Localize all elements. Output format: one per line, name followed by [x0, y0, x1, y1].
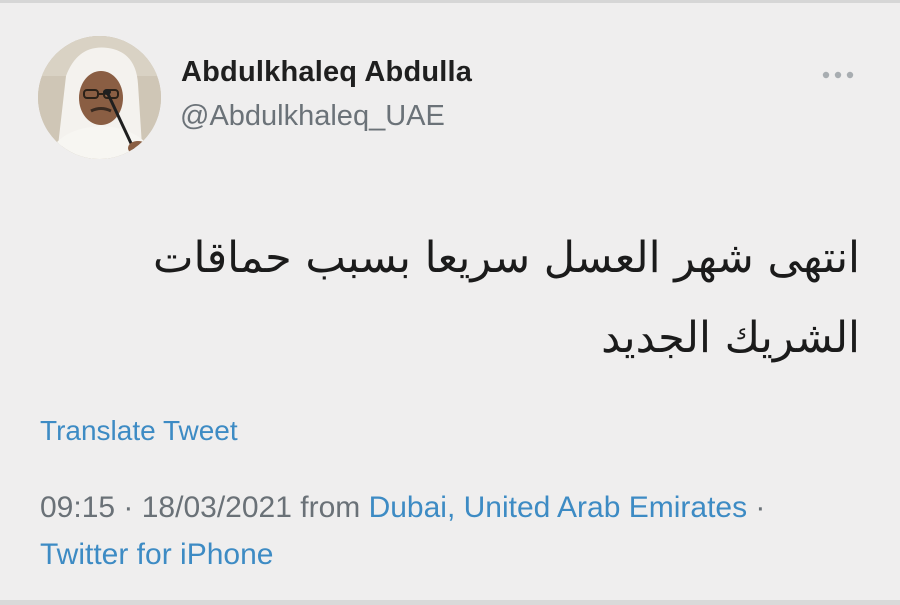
bottom-divider: [0, 600, 900, 605]
display-name[interactable]: Abdulkhaleq Abdulla: [181, 56, 472, 89]
tweet-time[interactable]: 09:15: [40, 491, 115, 524]
user-handle[interactable]: @Abdulkhaleq_UAE: [180, 100, 445, 133]
tweet-text: انتهى شهر العسل سريعا بسبب حماقات الشريك…: [153, 233, 860, 363]
tweet-date[interactable]: 18/03/2021: [142, 491, 292, 524]
avatar-photo: [38, 36, 161, 159]
more-horizontal-icon[interactable]: [820, 68, 860, 82]
separator-dot: ·: [115, 491, 142, 524]
separator-dot: ·: [747, 491, 766, 524]
location-link[interactable]: Dubai, United Arab Emirates: [369, 491, 748, 524]
top-divider: [0, 0, 900, 3]
translate-tweet-link[interactable]: Translate Tweet: [40, 415, 238, 447]
avatar[interactable]: [38, 36, 161, 159]
tweet-metadata: 09:15 · 18/03/2021 from Dubai, United Ar…: [40, 484, 800, 578]
source-link[interactable]: Twitter for iPhone: [40, 538, 273, 571]
tweet-card: Abdulkhaleq Abdulla @Abdulkhaleq_UAE انت…: [0, 0, 900, 605]
from-label: from: [291, 491, 369, 524]
